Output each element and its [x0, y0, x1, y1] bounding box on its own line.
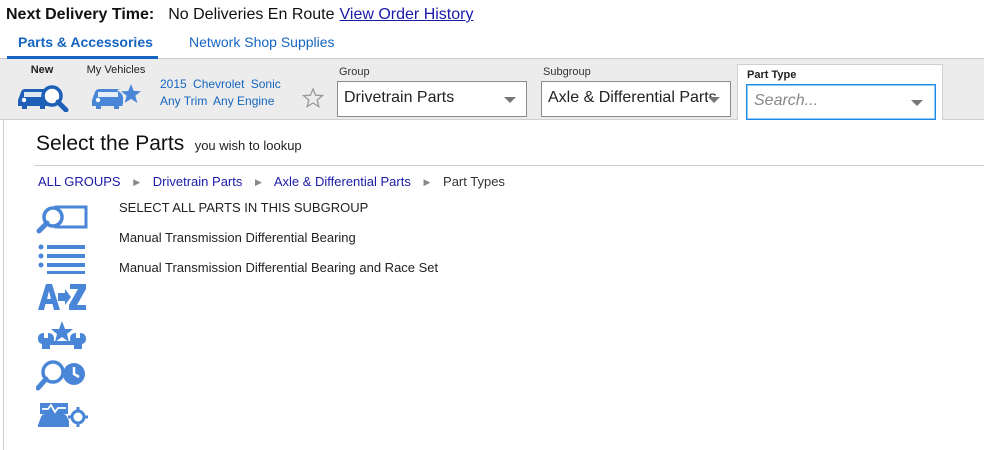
group-value: Drivetrain Parts	[344, 89, 455, 106]
subgroup-selector: Subgroup Axle & Differential Parts	[541, 66, 731, 117]
breadcrumb-arrow-icon: ▶	[423, 177, 431, 187]
group-selector: Group Drivetrain Parts	[337, 66, 527, 117]
breadcrumb-axle-differential[interactable]: Axle & Differential Parts	[274, 174, 411, 189]
vehicle-year[interactable]: 2015	[160, 77, 187, 91]
top-tabs: Parts & Accessories Network Shop Supplie…	[0, 28, 984, 59]
tab-parts-accessories[interactable]: Parts & Accessories	[18, 34, 153, 50]
vehicle-info: 2015 Chevrolet Sonic Any Trim Any Engine	[160, 76, 284, 110]
vehicle-model[interactable]: Sonic	[251, 77, 281, 91]
subgroup-value: Axle & Differential Parts	[548, 89, 717, 106]
delivery-status: No Deliveries En Route	[168, 6, 335, 23]
page-subtitle: you wish to lookup	[194, 138, 302, 153]
breadcrumb: ALL GROUPS ▶ Drivetrain Parts ▶ Axle & D…	[38, 174, 505, 189]
view-order-history-link[interactable]: View Order History	[340, 6, 474, 24]
list-view-icon[interactable]	[36, 241, 88, 280]
vehicle-trim[interactable]: Any Trim	[160, 94, 207, 108]
vehicle-make[interactable]: Chevrolet	[193, 77, 244, 91]
car-star-icon	[92, 79, 144, 109]
part-type-field[interactable]	[746, 84, 936, 120]
group-dropdown[interactable]: Drivetrain Parts	[337, 81, 527, 117]
list-item[interactable]: Manual Transmission Differential Bearing…	[119, 260, 438, 290]
my-vehicles-label: My Vehicles	[86, 64, 146, 76]
a-to-z-icon[interactable]	[36, 280, 88, 319]
main-content: Select the Parts you wish to lookup ALL …	[3, 120, 984, 450]
group-label: Group	[339, 66, 370, 78]
chevron-down-icon	[708, 97, 720, 103]
part-type-list: SELECT ALL PARTS IN THIS SUBGROUP Manual…	[119, 200, 438, 290]
vehicle-diagnostic-icon[interactable]	[36, 397, 88, 436]
new-vehicle-button[interactable]: New	[14, 64, 70, 112]
chevron-down-icon	[504, 97, 516, 103]
title-divider	[34, 165, 984, 166]
breadcrumb-arrow-icon: ▶	[133, 177, 141, 187]
lookup-mode-icons	[36, 202, 88, 436]
new-vehicle-label: New	[30, 64, 54, 76]
page-title-text: Select the Parts	[36, 132, 185, 155]
breadcrumb-arrow-icon: ▶	[254, 177, 262, 187]
car-search-icon	[18, 85, 69, 112]
breadcrumb-all-groups[interactable]: ALL GROUPS	[38, 174, 121, 189]
breadcrumb-drivetrain-parts[interactable]: Drivetrain Parts	[153, 174, 243, 189]
delivery-bar: Next Delivery Time: No Deliveries En Rou…	[6, 6, 473, 24]
chevron-down-icon[interactable]	[911, 100, 923, 106]
my-vehicles-button[interactable]: My Vehicles	[84, 64, 148, 112]
breadcrumb-current: Part Types	[443, 174, 505, 189]
favorite-star-icon[interactable]	[302, 87, 324, 109]
tab-network-shop-supplies[interactable]: Network Shop Supplies	[189, 34, 335, 50]
tools-star-icon[interactable]	[36, 319, 88, 358]
part-type-selector: Part Type	[737, 64, 943, 120]
vehicle-engine[interactable]: Any Engine	[213, 94, 274, 108]
subgroup-dropdown[interactable]: Axle & Differential Parts	[541, 81, 731, 117]
subgroup-label: Subgroup	[543, 66, 591, 78]
part-type-search-input[interactable]	[754, 85, 904, 117]
select-all-parts-item[interactable]: SELECT ALL PARTS IN THIS SUBGROUP	[119, 200, 438, 230]
delivery-label: Next Delivery Time:	[6, 6, 155, 23]
list-item[interactable]: Manual Transmission Differential Bearing	[119, 230, 438, 260]
search-clock-icon[interactable]	[36, 358, 88, 397]
search-parts-icon[interactable]	[36, 202, 88, 241]
part-type-label: Part Type	[747, 69, 797, 81]
page-title: Select the Parts you wish to lookup	[36, 132, 302, 156]
